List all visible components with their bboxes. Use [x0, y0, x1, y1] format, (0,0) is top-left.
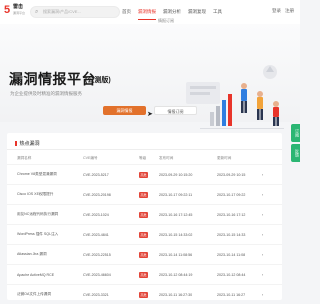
row-detail-icon[interactable]: › [262, 265, 282, 285]
login-link[interactable]: 登录 [272, 8, 281, 14]
table-row[interactable]: WordPress 插件 SQL注入 CVE-2023-4841 高危 2023… [7, 225, 282, 245]
published-time: 2023-10-14 11:08:56 [159, 245, 217, 265]
register-link[interactable]: 注册 [285, 8, 294, 14]
cve-id: CVE-2023-5217 [83, 165, 139, 185]
published-time: 2023-09-29 10:15:20 [159, 165, 217, 185]
level-badge: 高危 [139, 192, 148, 198]
logo-mark: 5 [4, 5, 10, 16]
logo-name: 雷击 [13, 4, 23, 10]
table-row[interactable]: 泛微OA文件上传漏洞 CVE-2023-3321 高危 2023-10-11 1… [7, 285, 282, 304]
hot-vulns-card: 热点漏洞 漏洞名称 CVE编号 等级 发布时间 更新时间 Chrome V8类型… [7, 133, 282, 300]
column-header: 等级 [139, 152, 159, 165]
cve-id: CVE-2023-20198 [83, 185, 139, 205]
nav-item-repro[interactable]: 漏洞复现 [188, 6, 206, 20]
tab-subscribe[interactable]: 情报订阅 [154, 106, 197, 115]
hero-illustration [180, 52, 290, 142]
auth-links: 登录 注册 [272, 8, 294, 14]
row-detail-icon[interactable]: › [262, 165, 282, 185]
side-tab-subscribe[interactable]: 订阅 [291, 124, 300, 142]
nav-item-tools[interactable]: 工具 [213, 6, 222, 20]
column-header [262, 152, 282, 165]
side-tab-feedback[interactable]: 反馈 [291, 144, 300, 162]
table-row[interactable]: Chrome V8类型混淆漏洞 CVE-2023-5217 高危 2023-09… [7, 165, 282, 185]
vuln-name[interactable]: Atlassian Jira 漏洞 [7, 245, 83, 265]
column-header: 漏洞名称 [7, 152, 83, 165]
page-title: 漏洞情报平台 [9, 69, 96, 89]
top-bar: 5 雷击 漏洞平台 ⌕ 搜索漏洞/产品/CVE... 首页 漏洞情报 漏洞分析 … [0, 0, 300, 25]
published-time: 2023-10-16 17:12:45 [159, 205, 217, 225]
card-title: 热点漏洞 [15, 140, 40, 147]
search-icon: ⌕ [35, 9, 38, 16]
column-header: CVE编号 [83, 152, 139, 165]
row-detail-icon[interactable]: › [262, 205, 282, 225]
vuln-table: 漏洞名称 CVE编号 等级 发布时间 更新时间 Chrome V8类型混淆漏洞 … [7, 152, 282, 304]
level-cell: 高危 [139, 225, 159, 245]
column-header: 更新时间 [217, 152, 262, 165]
nav-item-intel[interactable]: 漏洞情报 [138, 6, 156, 20]
row-detail-icon[interactable]: › [262, 185, 282, 205]
updated-time: 2023-10-17 09:22 [217, 185, 262, 205]
level-badge: 高危 [139, 172, 148, 178]
level-cell: 高危 [139, 245, 159, 265]
hero-description: 为企业提供及时精准的漏洞情报服务 [10, 91, 82, 97]
row-detail-icon[interactable]: › [262, 225, 282, 245]
vuln-name[interactable]: 泛微OA文件上传漏洞 [7, 285, 83, 304]
level-badge: 高危 [139, 292, 148, 298]
beta-badge: (公测版) [85, 75, 111, 85]
cve-id: CVE-2023-4841 [83, 225, 139, 245]
published-time: 2023-10-11 16:27:30 [159, 285, 217, 304]
row-detail-icon[interactable]: › [262, 285, 282, 304]
logo[interactable]: 5 雷击 漏洞平台 [4, 3, 28, 20]
mouse-cursor-icon: ➤ [147, 111, 153, 118]
level-badge: 高危 [139, 272, 148, 278]
vuln-name[interactable]: 用友NC远程代码执行漏洞 [7, 205, 83, 225]
updated-time: 2023-10-12 08:44 [217, 265, 262, 285]
table-row[interactable]: Cisco IOS XE权限提升 CVE-2023-20198 高危 2023-… [7, 185, 282, 205]
vuln-name[interactable]: Apache ActiveMQ RCE [7, 265, 83, 285]
level-cell: 高危 [139, 265, 159, 285]
published-time: 2023-10-17 09:22:11 [159, 185, 217, 205]
updated-time: 2023-10-14 11:08 [217, 245, 262, 265]
vuln-name[interactable]: WordPress 插件 SQL注入 [7, 225, 83, 245]
cve-id: CVE-2023-22515 [83, 245, 139, 265]
level-cell: 高危 [139, 205, 159, 225]
published-time: 2023-10-12 08:44:19 [159, 265, 217, 285]
table-row[interactable]: 用友NC远程代码执行漏洞 CVE-2023-1024 高危 2023-10-16… [7, 205, 282, 225]
column-header: 发布时间 [159, 152, 217, 165]
table-row[interactable]: Apache ActiveMQ RCE CVE-2023-46604 高危 20… [7, 265, 282, 285]
table-header: 漏洞名称 CVE编号 等级 发布时间 更新时间 [7, 152, 282, 165]
level-badge: 高危 [139, 252, 148, 258]
search-input[interactable]: ⌕ 搜索漏洞/产品/CVE... [30, 6, 120, 18]
cve-id: CVE-2023-3321 [83, 285, 139, 304]
level-badge: 高危 [139, 212, 148, 218]
cve-id: CVE-2023-1024 [83, 205, 139, 225]
logo-subtitle: 漏洞平台 [13, 11, 25, 15]
divider [7, 149, 282, 150]
level-cell: 高危 [139, 165, 159, 185]
search-placeholder: 搜索漏洞/产品/CVE... [43, 9, 81, 14]
level-badge: 高危 [139, 232, 148, 238]
level-cell: 高危 [139, 185, 159, 205]
vuln-name[interactable]: Cisco IOS XE权限提升 [7, 185, 83, 205]
vuln-name[interactable]: Chrome V8类型混淆漏洞 [7, 165, 83, 185]
cve-id: CVE-2023-46604 [83, 265, 139, 285]
level-cell: 高危 [139, 285, 159, 304]
published-time: 2023-10-15 14:33:02 [159, 225, 217, 245]
updated-time: 2023-10-11 16:27 [217, 285, 262, 304]
updated-time: 2023-09-29 10:15 [217, 165, 262, 185]
side-float-tabs: 订阅 反馈 [291, 124, 300, 164]
updated-time: 2023-10-15 14:33 [217, 225, 262, 245]
table-row[interactable]: Atlassian Jira 漏洞 CVE-2023-22515 高危 2023… [7, 245, 282, 265]
updated-time: 2023-10-16 17:12 [217, 205, 262, 225]
nav-item-home[interactable]: 首页 [122, 6, 131, 20]
row-detail-icon[interactable]: › [262, 245, 282, 265]
tab-intel[interactable]: 漏洞情报 [103, 106, 146, 115]
